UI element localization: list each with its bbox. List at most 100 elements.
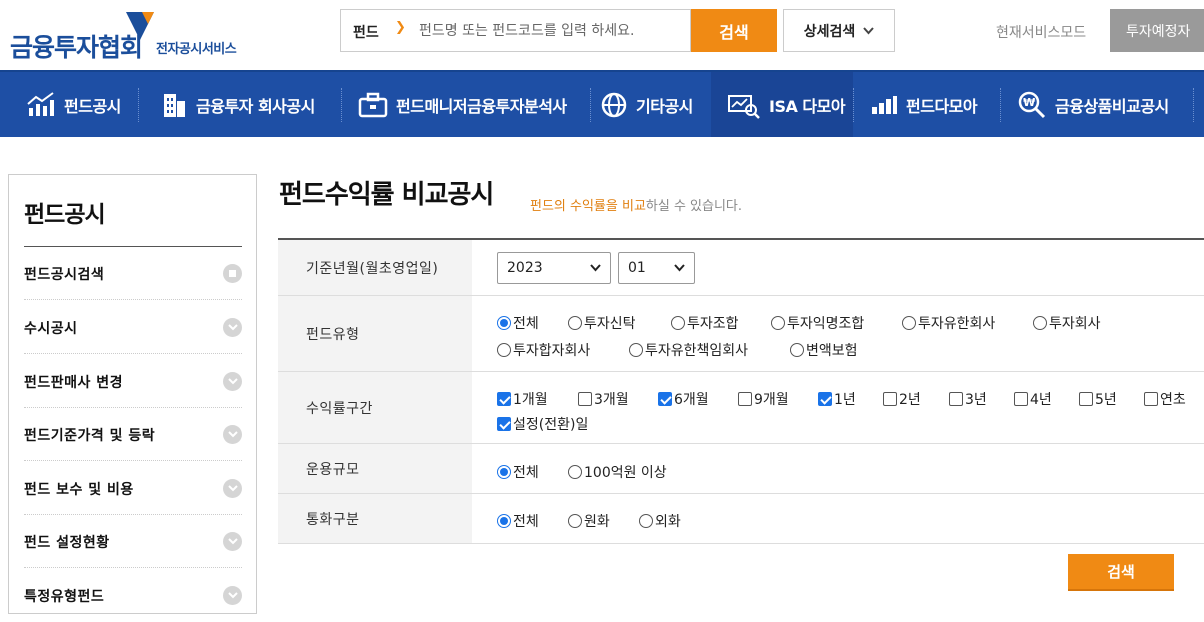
checkbox-period-9m[interactable]: 9개월 [738, 389, 789, 409]
checkbox[interactable] [497, 392, 511, 406]
option-label: 투자익명조합 [787, 316, 865, 332]
sidebar-item-label: 펀드공시검색 [24, 267, 105, 283]
radio-currency-all[interactable]: 전체 [497, 511, 539, 531]
sidebar-item-base-price[interactable]: 펀드기준가격 및 등락 [24, 408, 242, 461]
checkbox[interactable] [658, 392, 672, 406]
search-category-select[interactable]: 펀드 [353, 22, 379, 42]
nav-item-isa[interactable]: ISA 다모아 [711, 72, 853, 137]
sidebar-item-fees[interactable]: 펀드 보수 및 비용 [24, 462, 242, 515]
bar-chart-icon [872, 95, 897, 114]
month-value: 01 [628, 260, 646, 276]
search-button[interactable]: 검색 [691, 9, 777, 52]
month-select[interactable]: 01 [618, 252, 695, 284]
radio-button[interactable] [902, 316, 916, 330]
sidebar-item-seller-change[interactable]: 펀드판매사 변경 [24, 355, 242, 408]
description-rest: 하실 수 있습니다. [645, 199, 743, 214]
checkbox-period-inception[interactable]: 설정(전환)일 [497, 414, 588, 434]
form-row-scale: 운용규모 전체 100억원 이상 [278, 444, 1204, 494]
radio-currency-krw[interactable]: 원화 [568, 511, 610, 531]
checkbox-period-1m[interactable]: 1개월 [497, 389, 548, 409]
option-label: 투자합자회사 [513, 343, 591, 359]
checkbox-period-2y[interactable]: 2년 [883, 389, 921, 409]
checkbox[interactable] [497, 417, 511, 431]
checkbox[interactable] [883, 392, 897, 406]
checkbox-period-ytd[interactable]: 연초 [1144, 389, 1186, 409]
chevron-down-icon [223, 532, 242, 551]
checkbox[interactable] [738, 392, 752, 406]
radio-button[interactable] [771, 316, 785, 330]
chevron-down-icon[interactable]: ❯ [395, 20, 406, 35]
checkbox[interactable] [578, 392, 592, 406]
checkbox-period-3m[interactable]: 3개월 [578, 389, 629, 409]
radio-button[interactable] [1033, 316, 1047, 330]
checkbox-period-5y[interactable]: 5년 [1079, 389, 1117, 409]
radio-button[interactable] [497, 514, 511, 528]
investor-mode-button[interactable]: 투자예정자 [1110, 9, 1204, 52]
sidebar-item-label: 펀드 보수 및 비용 [24, 482, 134, 498]
option-label: 전체 [513, 514, 539, 530]
magnifier-won-icon: ₩ [1018, 91, 1046, 118]
form-label: 통화구분 [278, 494, 472, 543]
sidebar-item-adhoc[interactable]: 수시공시 [24, 301, 242, 354]
radio-button[interactable] [497, 316, 511, 330]
radio-scale-all[interactable]: 전체 [497, 462, 539, 482]
radio-fund-type-trust[interactable]: 투자신탁 [568, 313, 636, 333]
building-icon [164, 93, 185, 117]
radio-button[interactable] [639, 514, 653, 528]
chevron-down-icon [223, 372, 242, 391]
radio-button[interactable] [568, 465, 582, 479]
radio-button[interactable] [629, 343, 643, 357]
globe-icon [601, 92, 627, 117]
search-form: 기준년월(월초영업일) 2023 01 펀드유형 전체 투자신탁 투자조합 투자… [278, 238, 1204, 544]
nav-item-other-disclosure[interactable]: 기타공시 [600, 72, 693, 137]
checkbox[interactable] [949, 392, 963, 406]
nav-item-fund-damoa[interactable]: 펀드다모아 [870, 72, 978, 137]
radio-fund-type-variable-insurance[interactable]: 변액보험 [790, 340, 858, 360]
checkbox[interactable] [1014, 392, 1028, 406]
radio-fund-type-company[interactable]: 투자회사 [1033, 313, 1101, 333]
radio-scale-10b-plus[interactable]: 100억원 이상 [568, 462, 667, 482]
radio-fund-type-anon-union[interactable]: 투자익명조합 [771, 313, 864, 333]
radio-button[interactable] [790, 343, 804, 357]
logo[interactable]: 금융투자협회 전자공시서비스 [8, 8, 248, 62]
sidebar-item-special-type[interactable]: 특정유형펀드 [24, 569, 242, 622]
radio-button[interactable] [671, 316, 685, 330]
sidebar-item-label: 수시공시 [24, 321, 78, 337]
checkbox[interactable] [1144, 392, 1158, 406]
checkbox[interactable] [818, 392, 832, 406]
chart-up-icon [27, 91, 54, 116]
sidebar-item-fund-search[interactable]: 펀드공시검색 [24, 247, 242, 300]
nav-item-label: 금융상품비교공시 [1055, 96, 1169, 116]
description-highlight: 펀드의 수익률을 비교 [530, 199, 646, 214]
radio-fund-type-all[interactable]: 전체 [497, 313, 539, 333]
stop-icon [223, 264, 242, 283]
checkbox-period-4y[interactable]: 4년 [1014, 389, 1052, 409]
radio-fund-type-llp[interactable]: 투자유한책임회사 [629, 340, 748, 360]
chevron-down-icon [223, 479, 242, 498]
year-select[interactable]: 2023 [497, 252, 611, 284]
radio-fund-type-lp[interactable]: 투자합자회사 [497, 340, 590, 360]
search-box: 펀드 ❯ [340, 9, 691, 52]
detail-search-button[interactable]: 상세검색 [783, 9, 895, 52]
nav-item-product-compare[interactable]: ₩ 금융상품비교공시 [1017, 72, 1169, 137]
radio-button[interactable] [497, 343, 511, 357]
form-search-button[interactable]: 검색 [1068, 554, 1174, 591]
checkbox-period-3y[interactable]: 3년 [949, 389, 987, 409]
radio-button[interactable] [497, 465, 511, 479]
radio-currency-foreign[interactable]: 외화 [639, 511, 681, 531]
search-input[interactable] [419, 11, 685, 50]
checkbox-period-1y[interactable]: 1년 [818, 389, 856, 409]
radio-button[interactable] [568, 514, 582, 528]
nav-item-fund-manager[interactable]: 펀드매니저금융투자분석사 [358, 72, 567, 137]
nav-item-label: 펀드공시 [64, 96, 121, 116]
radio-fund-type-llc[interactable]: 투자유한회사 [902, 313, 995, 333]
nav-item-fund-disclosure[interactable]: 펀드공시 [26, 72, 121, 137]
nav-item-company-disclosure[interactable]: 금융투자 회사공시 [160, 72, 315, 137]
radio-fund-type-union[interactable]: 투자조합 [671, 313, 739, 333]
checkbox-period-6m[interactable]: 6개월 [658, 389, 709, 409]
option-label: 전체 [513, 316, 539, 332]
option-label: 3개월 [594, 392, 629, 408]
sidebar-item-setup-status[interactable]: 펀드 설정현황 [24, 515, 242, 568]
radio-button[interactable] [568, 316, 582, 330]
checkbox[interactable] [1079, 392, 1093, 406]
